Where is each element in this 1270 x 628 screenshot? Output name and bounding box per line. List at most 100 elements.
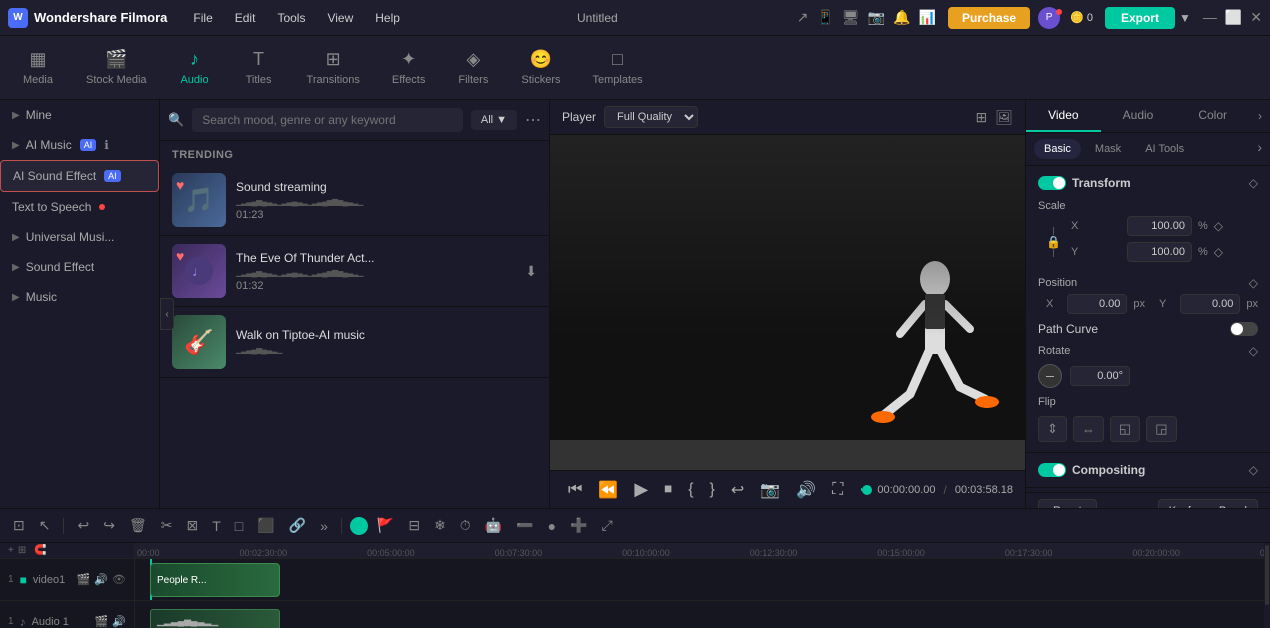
camera-icon[interactable]: 📷 bbox=[868, 9, 885, 26]
fullscreen-button[interactable]: ⛶ bbox=[826, 479, 849, 501]
record-button[interactable] bbox=[350, 517, 368, 535]
search-input[interactable] bbox=[192, 108, 463, 132]
audio-item[interactable]: ♩ ♥ The Eve Of Thunder Act... ▁▂▃▄▅▄▃▂▁▂… bbox=[160, 236, 549, 307]
tab-audio[interactable]: ♪ Audio bbox=[165, 43, 225, 92]
quality-select[interactable]: Full Quality bbox=[604, 106, 698, 128]
pos-y-input[interactable] bbox=[1180, 294, 1240, 314]
sidebar-item-ai-music[interactable]: ▶ AI Music AI ℹ bbox=[0, 130, 159, 160]
tab-video[interactable]: Video bbox=[1026, 100, 1101, 132]
keyframe-diamond-sy[interactable]: ◇ bbox=[1214, 245, 1223, 259]
snapshot-ctrl-button[interactable]: 📷 bbox=[754, 478, 786, 502]
sidebar-item-text-to-speech[interactable]: Text to Speech bbox=[0, 192, 159, 222]
export-button[interactable]: Export bbox=[1105, 7, 1175, 29]
chart-icon[interactable]: 📊 bbox=[919, 9, 936, 26]
keyframe-diamond-transform[interactable]: ◇ bbox=[1249, 176, 1258, 190]
download-icon[interactable]: ⬇ bbox=[525, 263, 537, 280]
rect-button[interactable]: □ bbox=[230, 516, 248, 536]
insert-button[interactable]: ↩ bbox=[725, 478, 750, 502]
menu-edit[interactable]: Edit bbox=[225, 7, 266, 29]
tab-templates[interactable]: □ Templates bbox=[578, 43, 656, 92]
audio-item[interactable]: 🎸 Walk on Tiptoe-AI music ▁▂▃▄▅▄▃▂▁ bbox=[160, 307, 549, 378]
delete-button[interactable]: 🗑 bbox=[124, 515, 152, 536]
zoom-level[interactable]: ● bbox=[543, 516, 561, 536]
split-clip-button[interactable]: ⊟ bbox=[403, 515, 425, 536]
more-tabs-icon[interactable]: › bbox=[1250, 100, 1270, 132]
tab-effects[interactable]: ✦ Effects bbox=[378, 43, 439, 92]
flip-btn-3[interactable]: ◱ bbox=[1110, 416, 1140, 442]
snapshot-icon[interactable]: 🖼 bbox=[995, 109, 1013, 126]
menu-view[interactable]: View bbox=[317, 7, 363, 29]
split-button[interactable]: ⊡ bbox=[8, 515, 30, 536]
stop-button[interactable]: ⏹ bbox=[658, 479, 678, 501]
tab-stickers[interactable]: 😊 Stickers bbox=[507, 43, 574, 92]
menu-file[interactable]: File bbox=[183, 7, 222, 29]
info-icon[interactable]: ℹ bbox=[104, 138, 109, 152]
speaker-icon[interactable]: 🔊 bbox=[94, 573, 108, 586]
volume-button[interactable]: 🔊 bbox=[790, 478, 822, 502]
fit-button[interactable]: ⤢ bbox=[597, 515, 618, 536]
monitor-icon[interactable]: 🖥 bbox=[842, 9, 860, 26]
video-clip[interactable]: People R... bbox=[150, 563, 280, 597]
audio-speaker-icon[interactable]: 🔊 bbox=[112, 615, 126, 628]
purchase-button[interactable]: Purchase bbox=[948, 7, 1030, 29]
audio-clip[interactable]: ▁▂▃▄▅▄▃▂▁ bbox=[150, 609, 280, 628]
compositing-toggle[interactable] bbox=[1038, 463, 1066, 477]
lock-icon[interactable]: 🔒 bbox=[1046, 235, 1061, 249]
scale-x-input[interactable] bbox=[1127, 216, 1192, 236]
mark-out-button[interactable]: } bbox=[704, 479, 721, 501]
add-track-icon[interactable]: + bbox=[8, 545, 14, 556]
time-handle[interactable] bbox=[862, 485, 872, 495]
plus-button[interactable]: ➕ bbox=[565, 515, 592, 536]
keyframe-diamond-comp[interactable]: ◇ bbox=[1249, 463, 1258, 477]
bell-icon[interactable]: 🔔 bbox=[893, 9, 910, 26]
sub-tab-mask[interactable]: Mask bbox=[1085, 139, 1131, 159]
keyframe-diamond-pos[interactable]: ◇ bbox=[1249, 276, 1258, 290]
flip-horizontal-button[interactable]: ⇔ bbox=[1073, 416, 1104, 442]
ai-tl-button[interactable]: 🤖 bbox=[480, 515, 507, 536]
film-icon[interactable]: 🎬 bbox=[77, 573, 91, 586]
tab-media[interactable]: ▦ Media bbox=[8, 43, 68, 92]
play-button[interactable]: ▶ bbox=[628, 477, 654, 502]
sidebar-item-music[interactable]: ▶ Music bbox=[0, 282, 159, 312]
rotate-knob[interactable] bbox=[1038, 364, 1062, 388]
flip-vertical-button[interactable]: ⇕ bbox=[1038, 416, 1067, 442]
tab-color[interactable]: Color bbox=[1175, 100, 1250, 132]
export-arrow[interactable]: ▼ bbox=[1179, 11, 1191, 25]
sidebar-item-sound-effect[interactable]: ▶ Sound Effect bbox=[0, 252, 159, 282]
rotate-input[interactable] bbox=[1070, 366, 1130, 386]
tab-titles[interactable]: T Titles bbox=[229, 43, 289, 92]
sidebar-item-ai-sound-effect[interactable]: AI Sound Effect AI bbox=[0, 160, 159, 192]
sub-tab-ai-tools[interactable]: AI Tools bbox=[1135, 139, 1194, 159]
redo-button[interactable]: ↪ bbox=[98, 515, 120, 536]
tab-stock-media[interactable]: 🎬 Stock Media bbox=[72, 43, 161, 92]
sidebar-item-universal-music[interactable]: ▶ Universal Musi... bbox=[0, 222, 159, 252]
path-curve-toggle[interactable] bbox=[1230, 322, 1258, 336]
audio-film-icon[interactable]: 🎬 bbox=[95, 615, 109, 628]
step-back-button[interactable]: ⏪ bbox=[592, 478, 624, 502]
maximize-button[interactable]: ⬜ bbox=[1225, 9, 1242, 26]
menu-help[interactable]: Help bbox=[365, 7, 410, 29]
filter-dropdown[interactable]: All ▼ bbox=[471, 110, 517, 130]
transform-toggle[interactable] bbox=[1038, 176, 1066, 190]
speed-button[interactable]: ⏱ bbox=[455, 515, 476, 536]
tab-transitions[interactable]: ⊞ Transitions bbox=[293, 43, 374, 92]
audio-item[interactable]: 🎵 ♥ Sound streaming ▁▂▃▄▅▄▃▂▁▂▃▄▃▂▁▂▃▄▅▆… bbox=[160, 165, 549, 236]
snap-icon[interactable]: ⊞ bbox=[18, 545, 26, 556]
magnet-icon[interactable]: 🧲 bbox=[34, 545, 46, 556]
mark-in-button[interactable]: { bbox=[682, 479, 699, 501]
minimize-button[interactable]: — bbox=[1203, 9, 1217, 26]
reset-button[interactable]: Reset bbox=[1038, 499, 1097, 508]
keyframe-diamond-sx[interactable]: ◇ bbox=[1214, 219, 1223, 233]
minus-button[interactable]: ➖ bbox=[511, 515, 538, 536]
more-options-icon[interactable]: ⋯ bbox=[525, 110, 541, 130]
freeze-button[interactable]: ❄ bbox=[429, 515, 451, 536]
menu-tools[interactable]: Tools bbox=[267, 7, 315, 29]
grid-icon[interactable]: ⊞ bbox=[975, 109, 987, 126]
marker-button[interactable]: 🚩 bbox=[372, 515, 399, 536]
select-button[interactable]: ↖ bbox=[34, 515, 56, 536]
link-button[interactable]: 🔗 bbox=[284, 515, 311, 536]
sidebar-item-mine[interactable]: ▶ Mine bbox=[0, 100, 159, 130]
more-tl-button[interactable]: » bbox=[315, 516, 333, 536]
pos-x-input[interactable] bbox=[1067, 294, 1127, 314]
timeline-scrollbar[interactable] bbox=[1264, 543, 1270, 628]
